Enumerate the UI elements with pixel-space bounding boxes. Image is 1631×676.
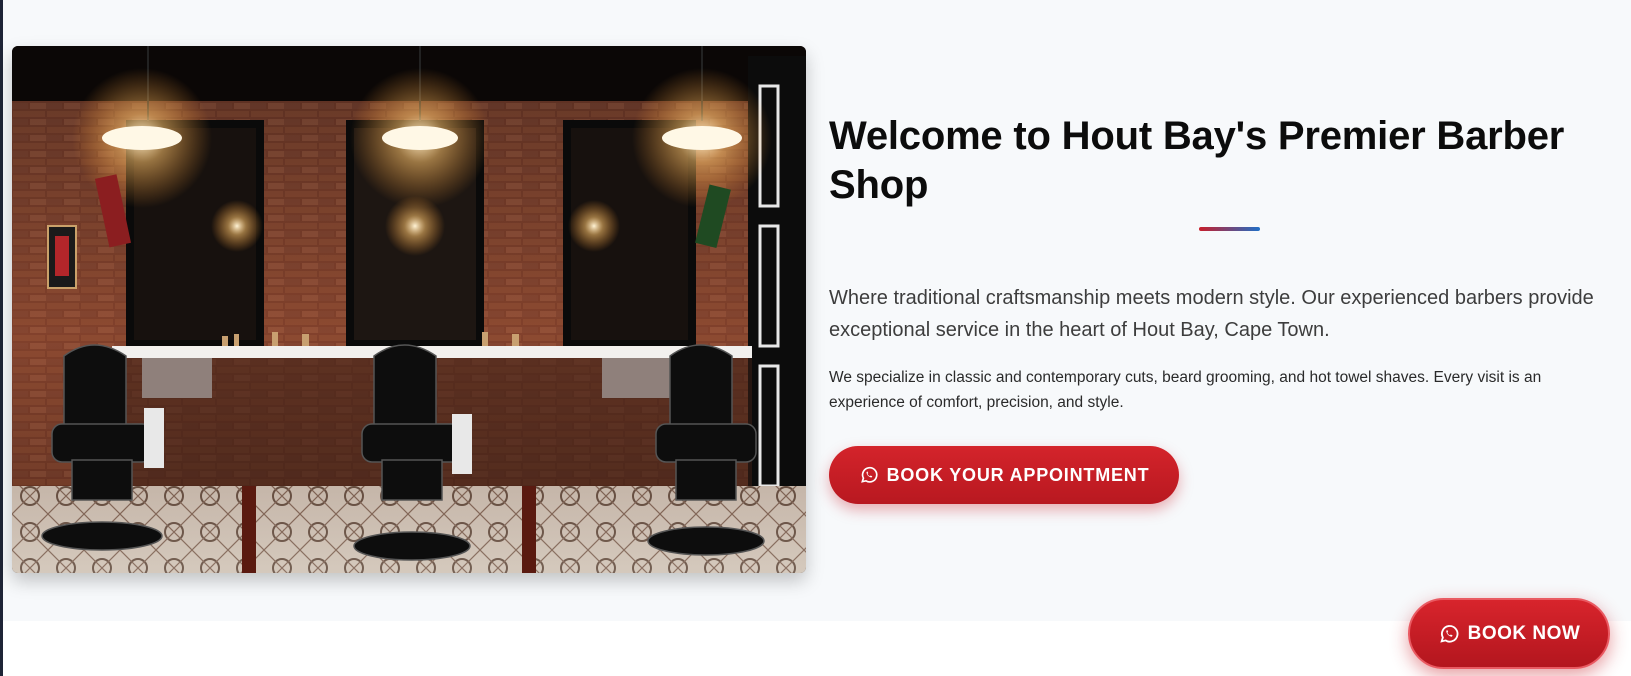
whatsapp-icon [1438,623,1460,645]
lead-paragraph: Where traditional craftsmanship meets mo… [829,287,1594,341]
about-content: Welcome to Hout Bay's Premier Barber Sho… [829,112,1619,415]
book-now-label: BOOK NOW [1467,622,1581,644]
book-appointment-button[interactable]: BOOK YOUR APPOINTMENT [829,446,1179,504]
barbershop-illustration [12,46,806,573]
whatsapp-icon [859,465,879,485]
barbershop-photo [12,46,806,573]
floating-book-now-button[interactable]: BOOK NOW [1408,598,1610,669]
title-divider [1199,227,1260,231]
book-appointment-label: BOOK YOUR APPOINTMENT [886,464,1150,485]
page-title: Welcome to Hout Bay's Premier Barber Sho… [829,114,1565,207]
body-paragraph: We specialize in classic and contemporar… [829,369,1542,411]
